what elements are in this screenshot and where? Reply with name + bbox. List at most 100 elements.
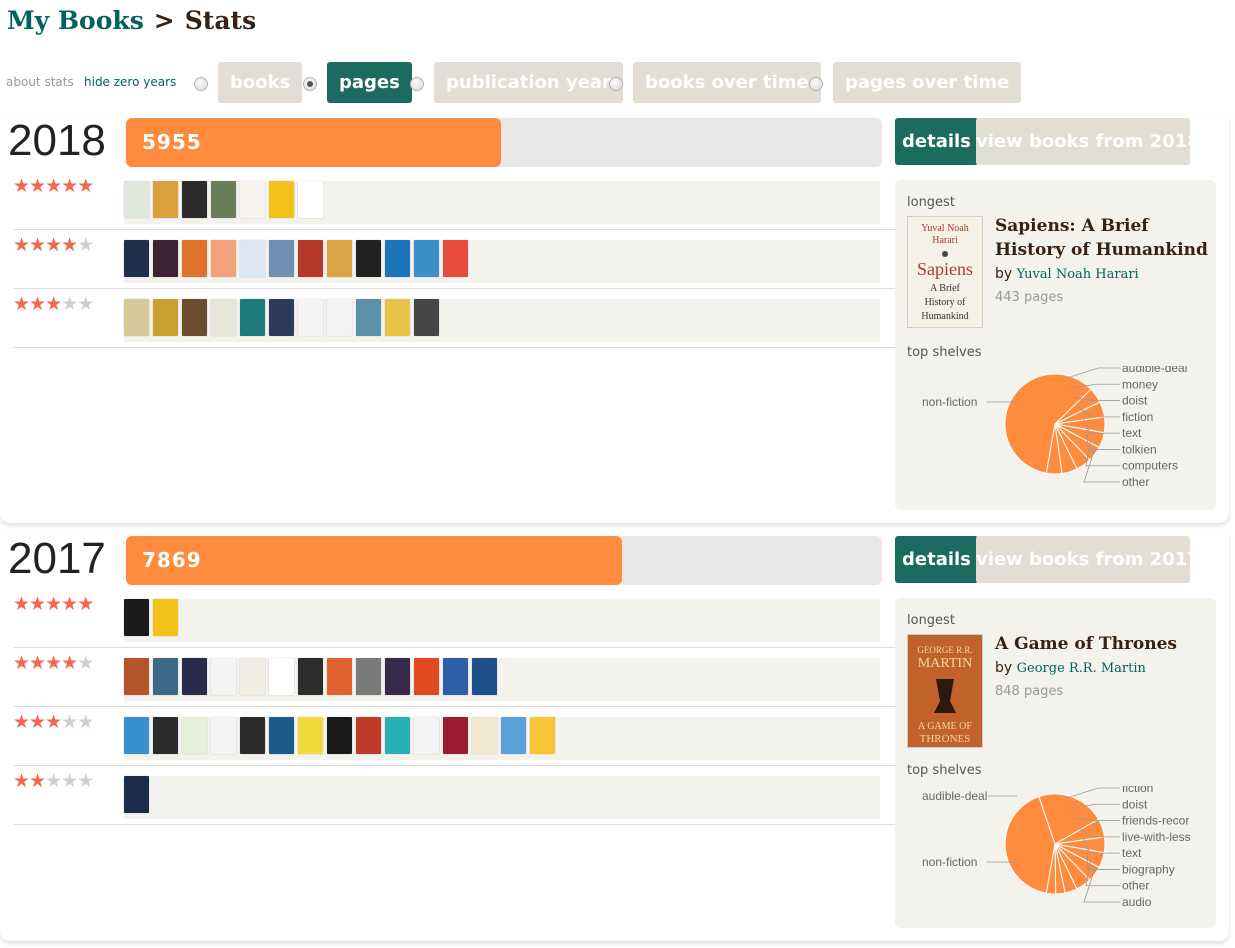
radio-publication-year[interactable]	[410, 77, 424, 91]
book-cover[interactable]	[240, 181, 265, 218]
book-cover[interactable]	[443, 658, 468, 695]
book-cover[interactable]	[182, 181, 207, 218]
book-cover[interactable]	[414, 299, 439, 336]
book-cover[interactable]	[472, 658, 497, 695]
book-cover[interactable]	[385, 299, 410, 336]
book-cover[interactable]	[153, 658, 178, 695]
book-cover[interactable]	[240, 299, 265, 336]
book-cover[interactable]	[356, 299, 381, 336]
pie-leader-line	[1066, 367, 1120, 379]
book-cover[interactable]	[124, 776, 149, 813]
book-cover[interactable]	[269, 717, 294, 754]
mode-pages-over-time-button[interactable]: pages over time	[833, 62, 1022, 103]
rating-row-3: ★★★★★	[13, 289, 895, 348]
radio-books-over-time[interactable]	[609, 77, 623, 91]
book-cover[interactable]	[269, 658, 294, 695]
book-cover[interactable]	[269, 299, 294, 336]
book-cover[interactable]	[327, 658, 352, 695]
book-cover[interactable]	[327, 299, 352, 336]
longest-book-title[interactable]: Sapiens: A Brief History of Humankind	[995, 214, 1211, 262]
book-cover[interactable]	[298, 181, 323, 218]
book-cover[interactable]	[327, 240, 352, 277]
book-cover[interactable]	[443, 717, 468, 754]
my-books-link[interactable]: My Books	[7, 6, 144, 35]
book-cover[interactable]	[356, 717, 381, 754]
year-panel-2017: 2017 7869 details view books from 2017 ★…	[0, 534, 1229, 941]
book-cover[interactable]	[298, 240, 323, 277]
pie-label: live-with-less	[1122, 830, 1191, 844]
radio-pages[interactable]	[303, 77, 317, 91]
book-cover[interactable]	[182, 717, 207, 754]
book-cover[interactable]	[211, 299, 236, 336]
covers-strip	[124, 299, 880, 342]
longest-book-author[interactable]: Yuval Noah Harari	[1017, 267, 1139, 282]
cover-title-1: A GAME OF	[918, 721, 972, 732]
book-cover[interactable]	[153, 299, 178, 336]
book-cover[interactable]	[356, 658, 381, 695]
mode-books-over-time-button[interactable]: books over time	[633, 62, 821, 103]
book-cover[interactable]	[298, 717, 323, 754]
longest-book-cover[interactable]: GEORGE R.R. MARTIN A GAME OF THRONES	[907, 634, 983, 748]
longest-book-title[interactable]: A Game of Thrones	[995, 632, 1211, 656]
book-cover[interactable]	[385, 717, 410, 754]
book-cover[interactable]	[182, 658, 207, 695]
cover-author-2: Harari	[932, 235, 958, 246]
rating-stars: ★★★★★	[13, 235, 94, 255]
details-button[interactable]: details	[895, 118, 978, 165]
book-cover[interactable]	[124, 299, 149, 336]
hide-zero-years-link[interactable]: hide zero years	[84, 75, 176, 89]
pages-bar[interactable]: 7869	[126, 536, 882, 585]
book-cover[interactable]	[182, 299, 207, 336]
book-cover[interactable]	[240, 717, 265, 754]
pie-leader-line	[1066, 787, 1120, 799]
mode-pages-button[interactable]: pages	[327, 62, 412, 103]
book-cover[interactable]	[124, 658, 149, 695]
view-books-button[interactable]: view books from 2018	[976, 118, 1200, 165]
book-cover[interactable]	[298, 658, 323, 695]
book-cover[interactable]	[211, 658, 236, 695]
book-cover[interactable]	[240, 658, 265, 695]
book-cover[interactable]	[124, 181, 149, 218]
book-cover[interactable]	[124, 599, 149, 636]
book-cover[interactable]	[182, 240, 207, 277]
book-cover[interactable]	[153, 717, 178, 754]
book-cover[interactable]	[269, 181, 294, 218]
about-stats-link[interactable]: about stats	[6, 75, 74, 89]
book-cover[interactable]	[356, 240, 381, 277]
book-cover[interactable]	[501, 717, 526, 754]
book-cover[interactable]	[414, 240, 439, 277]
longest-book-cover[interactable]: Yuval Noah Harari Sapiens A Brief Histor…	[907, 216, 983, 328]
longest-book-author[interactable]: George R.R. Martin	[1017, 661, 1146, 676]
book-cover[interactable]	[124, 717, 149, 754]
book-cover[interactable]	[211, 717, 236, 754]
star-empty-icon: ★	[77, 293, 94, 315]
book-cover[interactable]	[385, 240, 410, 277]
mode-publication-year-button[interactable]: publication year	[434, 62, 623, 103]
book-cover[interactable]	[385, 658, 410, 695]
radio-books[interactable]	[194, 77, 208, 91]
book-cover[interactable]	[153, 240, 178, 277]
book-cover[interactable]	[211, 181, 236, 218]
pages-bar[interactable]: 5955	[126, 118, 882, 167]
book-cover[interactable]	[153, 599, 178, 636]
covers-strip	[124, 599, 880, 642]
rating-row-5: ★★★★★	[13, 589, 895, 648]
sapiens-cover-art: Yuval Noah Harari Sapiens A Brief Histor…	[917, 223, 973, 322]
book-cover[interactable]	[124, 240, 149, 277]
book-cover[interactable]	[472, 717, 497, 754]
mode-books-button[interactable]: books	[218, 62, 303, 103]
book-cover[interactable]	[443, 240, 468, 277]
book-cover[interactable]	[153, 181, 178, 218]
view-books-button[interactable]: view books from 2017	[976, 536, 1200, 583]
radio-pages-over-time[interactable]	[809, 77, 823, 91]
details-button[interactable]: details	[895, 536, 978, 583]
book-cover[interactable]	[327, 717, 352, 754]
book-cover[interactable]	[211, 240, 236, 277]
book-cover[interactable]	[298, 299, 323, 336]
book-cover[interactable]	[414, 658, 439, 695]
book-cover[interactable]	[530, 717, 555, 754]
book-cover[interactable]	[269, 240, 294, 277]
book-cover[interactable]	[414, 717, 439, 754]
book-cover[interactable]	[240, 240, 265, 277]
top-shelves-pie: audible-deal money doist fiction text tolkien…	[922, 366, 1187, 489]
